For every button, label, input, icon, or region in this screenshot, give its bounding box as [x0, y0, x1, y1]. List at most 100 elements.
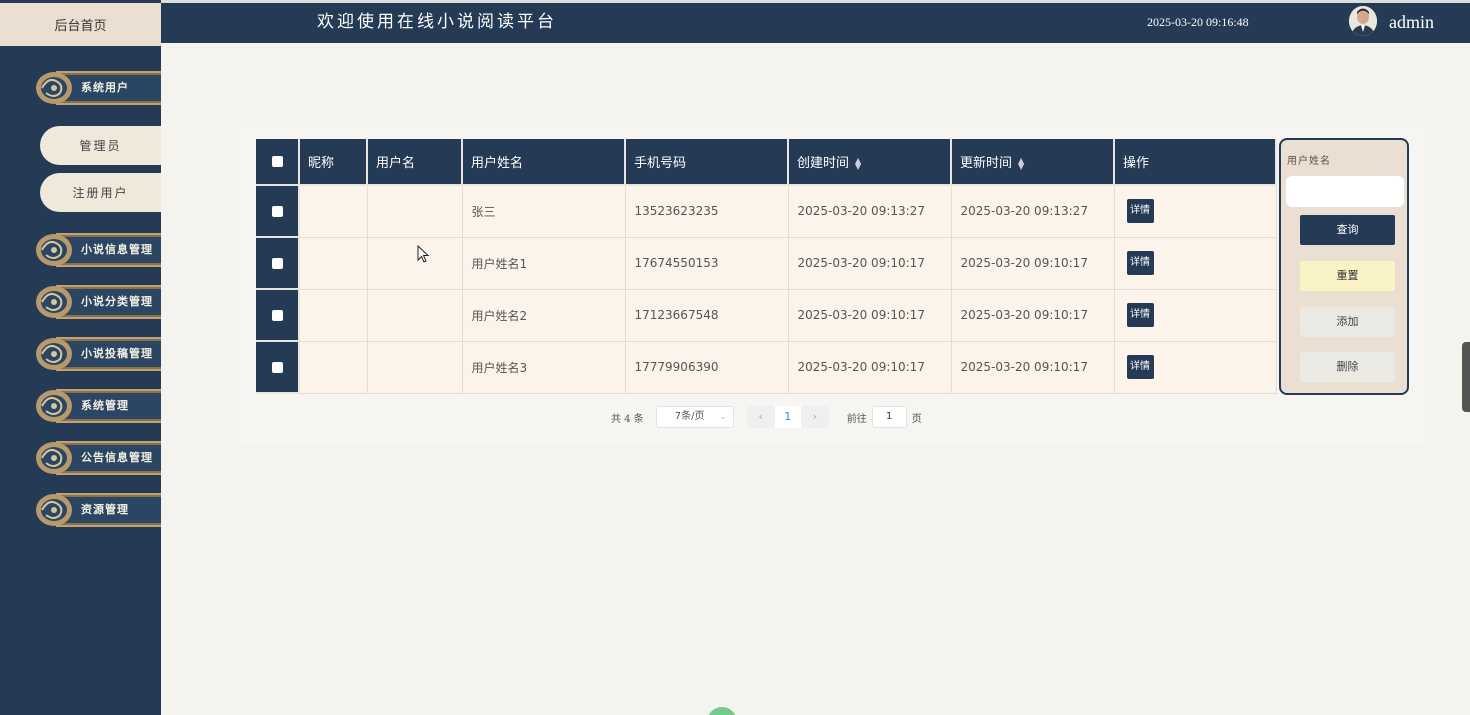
cell-actions: 详情: [1114, 237, 1277, 290]
top-header: 欢迎使用在线小说阅读平台 2025-03-20 09:16:48 admin: [161, 0, 1470, 43]
page-number-button[interactable]: 1: [774, 406, 801, 428]
ornament-icon: [36, 494, 72, 526]
row-checkbox[interactable]: [271, 258, 283, 269]
page-size-select[interactable]: 7条/页 ⌄: [655, 406, 734, 428]
table-header-row: 昵称 用户名 用户姓名 手机号码 创建时间 ▲ ▼ 更新时间 ▲ ▼ 操作: [256, 139, 1277, 186]
cell-updated: 2025-03-20 09:10:17: [951, 289, 1115, 342]
next-page-button[interactable]: ›: [800, 406, 829, 428]
chevron-down-icon: ⌄: [719, 412, 727, 422]
goto-page-input[interactable]: 1: [871, 406, 907, 428]
reset-button[interactable]: 重置: [1300, 261, 1395, 291]
cell-phone: 17123667548: [625, 289, 789, 342]
sidebar-item-label: 小说投稿管理: [81, 347, 153, 360]
column-header-nickname: 昵称: [299, 139, 368, 186]
sidebar: 后台首页 系统用户 管理员 注册用户 小说信息管理 小说分类管理 小说投稿管理 …: [0, 0, 161, 715]
cell-created: 2025-03-20 09:13:27: [788, 185, 952, 238]
cell-username: [367, 185, 463, 238]
sidebar-subitem-registered-users[interactable]: 注册用户: [40, 173, 161, 212]
cell-phone: 13523623235: [625, 185, 789, 238]
cell-nickname: [299, 341, 368, 394]
current-datetime: 2025-03-20 09:16:48: [1147, 15, 1249, 29]
avatar-icon: [1349, 6, 1377, 36]
column-header-created[interactable]: 创建时间 ▲ ▼: [788, 139, 952, 186]
row-checkbox[interactable]: [271, 310, 283, 321]
cell-created: 2025-03-20 09:10:17: [788, 289, 952, 342]
sidebar-item-novel-info[interactable]: 小说信息管理: [34, 230, 161, 270]
cell-phone: 17674550153: [625, 237, 789, 290]
column-header-label: 更新时间: [960, 156, 1013, 171]
sidebar-item-label: 资源管理: [81, 503, 129, 516]
cell-real-name: 张三: [462, 185, 626, 238]
detail-button[interactable]: 详情: [1126, 303, 1154, 327]
cell-created: 2025-03-20 09:10:17: [788, 237, 952, 290]
sidebar-item-label: 系统用户: [81, 81, 129, 94]
detail-button[interactable]: 详情: [1126, 251, 1154, 275]
sidebar-item-label: 公告信息管理: [81, 451, 153, 464]
cell-username: [367, 237, 463, 290]
table-row: 用户姓名3 17779906390 2025-03-20 09:10:17 20…: [256, 341, 1277, 394]
sidebar-item-novel-category[interactable]: 小说分类管理: [34, 282, 161, 322]
delete-button[interactable]: 删除: [1300, 352, 1395, 382]
sort-icon[interactable]: ▲ ▼: [855, 156, 861, 170]
sidebar-item-novel-submission[interactable]: 小说投稿管理: [34, 334, 161, 374]
user-avatar[interactable]: [1349, 6, 1377, 36]
sidebar-item-label: 小说分类管理: [81, 295, 153, 308]
pagination: 共 4 条 7条/页 ⌄ ‹ 1 › 前往 1 页: [611, 406, 922, 428]
cell-created: 2025-03-20 09:10:17: [788, 341, 952, 394]
cell-actions: 详情: [1114, 341, 1277, 394]
cell-nickname: [299, 185, 368, 238]
sidebar-item-resources[interactable]: 资源管理: [34, 490, 161, 530]
table-row: 用户姓名1 17674550153 2025-03-20 09:10:17 20…: [256, 237, 1277, 290]
ornament-icon: [36, 72, 72, 104]
search-input[interactable]: [1286, 176, 1404, 207]
detail-button[interactable]: 详情: [1126, 199, 1154, 224]
prev-page-button[interactable]: ‹: [746, 406, 775, 428]
row-checkbox[interactable]: [271, 206, 283, 217]
cell-updated: 2025-03-20 09:10:17: [951, 237, 1115, 290]
cell-username: [367, 289, 463, 342]
cell-updated: 2025-03-20 09:10:17: [951, 341, 1115, 394]
cell-phone: 17779906390: [625, 341, 789, 394]
cell-username: [367, 341, 463, 394]
ornament-icon: [36, 442, 72, 474]
pagination-total: 共 4 条: [611, 413, 644, 425]
floating-action-icon[interactable]: [707, 707, 737, 715]
ornament-icon: [36, 390, 72, 422]
cell-real-name: 用户姓名1: [462, 237, 626, 290]
ornament-icon: [36, 286, 72, 318]
detail-button[interactable]: 详情: [1126, 355, 1154, 379]
row-checkbox[interactable]: [271, 362, 283, 373]
table-row: 张三 13523623235 2025-03-20 09:13:27 2025-…: [256, 185, 1277, 238]
site-title: 欢迎使用在线小说阅读平台: [317, 12, 557, 32]
column-header-real-name: 用户姓名: [462, 139, 626, 186]
sidebar-item-label: 小说信息管理: [81, 243, 153, 256]
sort-icon[interactable]: ▲ ▼: [1018, 156, 1024, 170]
cell-real-name: 用户姓名2: [462, 289, 626, 342]
scroll-handle[interactable]: [1462, 342, 1470, 412]
column-header-actions: 操作: [1114, 139, 1277, 186]
cell-updated: 2025-03-20 09:13:27: [951, 185, 1115, 238]
select-all-cell: [256, 139, 300, 186]
cell-nickname: [299, 237, 368, 290]
goto-label: 前往: [846, 413, 867, 425]
query-button[interactable]: 查询: [1300, 215, 1395, 245]
home-tab[interactable]: 后台首页: [0, 3, 161, 46]
column-header-phone: 手机号码: [625, 139, 789, 186]
column-header-label: 创建时间: [797, 156, 850, 171]
ornament-icon: [36, 234, 72, 266]
select-all-checkbox[interactable]: [271, 156, 283, 167]
column-header-updated[interactable]: 更新时间 ▲ ▼: [951, 139, 1115, 186]
sidebar-item-system-users[interactable]: 系统用户: [34, 68, 161, 108]
sidebar-subitem-admin[interactable]: 管理员: [40, 126, 161, 165]
sidebar-item-system-management[interactable]: 系统管理: [34, 386, 161, 426]
column-header-username: 用户名: [367, 139, 463, 186]
sidebar-item-announcements[interactable]: 公告信息管理: [34, 438, 161, 478]
table-row: 用户姓名2 17123667548 2025-03-20 09:10:17 20…: [256, 289, 1277, 342]
add-button[interactable]: 添加: [1300, 307, 1395, 337]
goto-unit: 页: [911, 413, 922, 425]
search-label: 用户姓名: [1287, 156, 1331, 167]
user-name[interactable]: admin: [1389, 3, 1434, 43]
sidebar-item-label: 系统管理: [81, 399, 129, 412]
mouse-cursor-icon: [417, 245, 429, 263]
page-size-value: 7条/页: [674, 411, 705, 422]
